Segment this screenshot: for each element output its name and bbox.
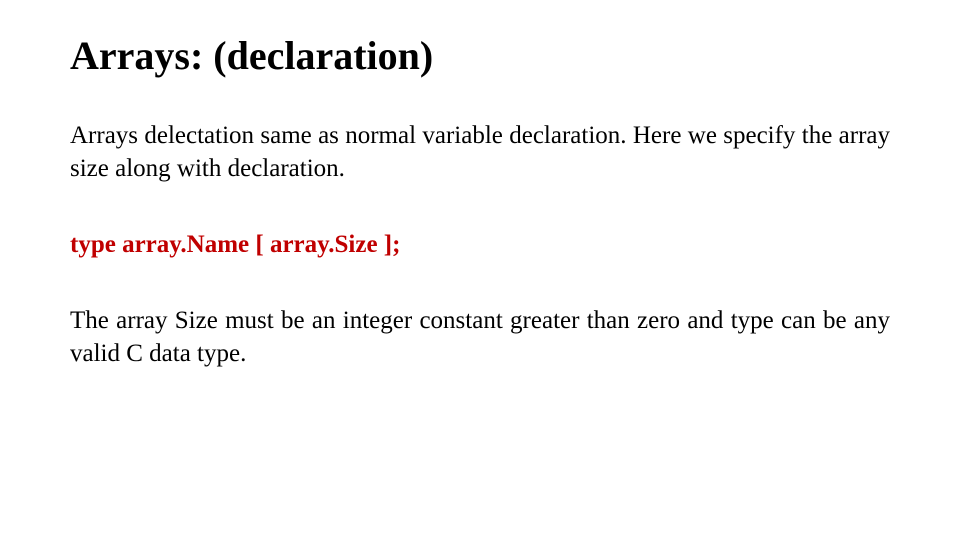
slide: Arrays: (declaration) Arrays delectation… [0,0,960,540]
syntax-line: type array.Name [ array.Size ]; [70,231,890,259]
paragraph-note: The array Size must be an integer consta… [70,305,890,370]
paragraph-intro: Arrays delectation same as normal variab… [70,120,890,185]
slide-title: Arrays: (declaration) [70,32,890,80]
